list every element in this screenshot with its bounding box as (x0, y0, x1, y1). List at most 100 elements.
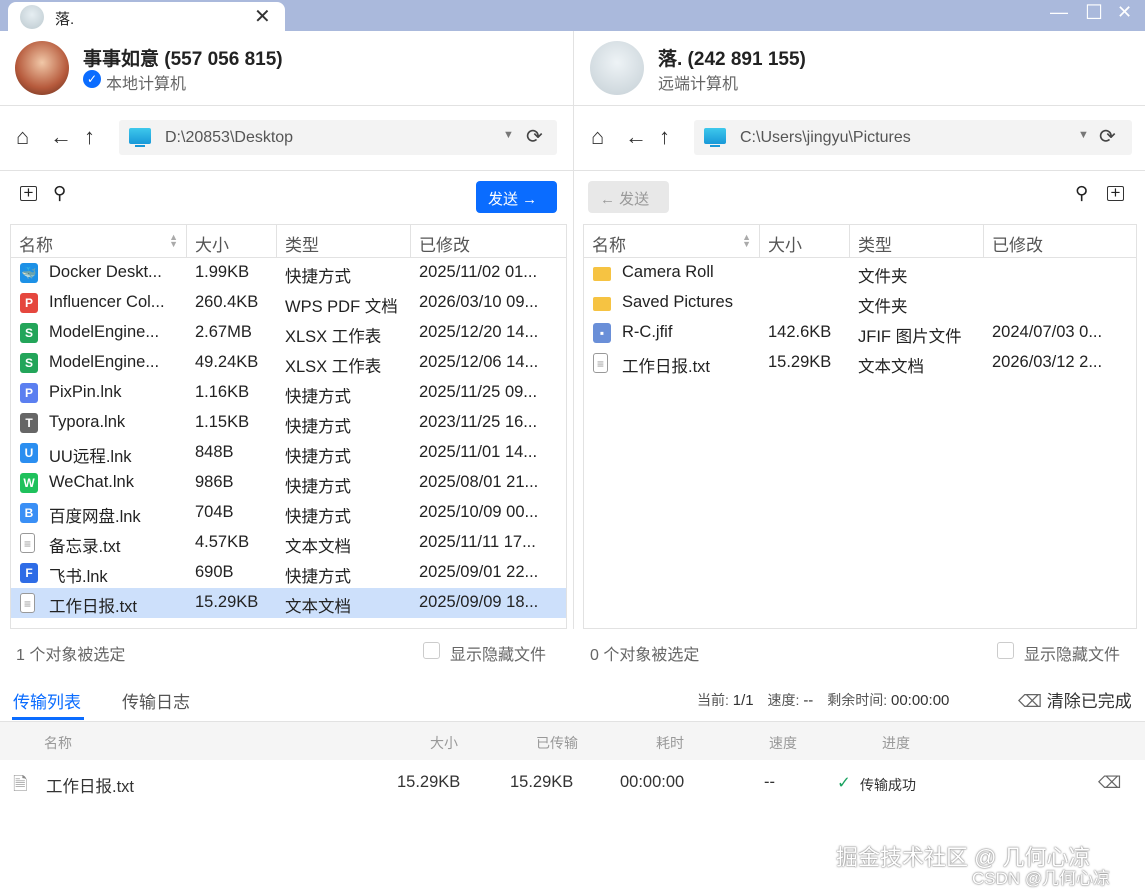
feishu-icon: F (20, 563, 38, 583)
file-size: 690B (195, 563, 234, 581)
new-folder-icon[interactable]: + (1107, 184, 1124, 201)
tab-title: 落. (55, 11, 75, 28)
tab-transfer-log[interactable]: 传输日志 (122, 688, 190, 713)
file-name: 百度网盘.lnk (49, 508, 141, 526)
transfer-row[interactable]: 🗎 工作日报.txt 15.29KB 15.29KB 00:00:00 -- ✓… (0, 768, 1145, 798)
column-header-2[interactable]: 类型 (850, 225, 984, 258)
remote-path-text: C:\Users\jingyu\Pictures (740, 129, 911, 146)
chevron-down-icon[interactable]: ▼ (1078, 129, 1089, 141)
file-name: ModelEngine... (49, 353, 160, 371)
file-name: Docker Deskt... (49, 263, 162, 281)
file-type: JFIF 图片文件 (858, 328, 962, 346)
typora-icon: T (20, 413, 38, 433)
column-header-1[interactable]: 大小 (760, 225, 850, 258)
file-row[interactable]: ▪ R-C.jfif 142.6KB JFIF 图片文件 2024/07/03 0... (584, 318, 1136, 348)
remote-avatar (590, 41, 644, 95)
pdf-icon: P (20, 293, 38, 313)
refresh-icon[interactable]: ⟳ (526, 124, 543, 149)
file-name: 工作日报.txt (49, 598, 138, 616)
file-row[interactable]: T Typora.lnk 1.15KB 快捷方式 2023/11/25 16... (11, 408, 566, 438)
computer-icon (704, 128, 726, 147)
file-modified: 2025/09/09 18... (419, 593, 539, 611)
back-icon[interactable]: ← (625, 124, 647, 150)
column-header-3[interactable]: 已修改 (411, 225, 566, 258)
maximize-button[interactable]: ☐ (1085, 0, 1103, 25)
speed-label: 速度: (767, 692, 800, 708)
column-header-0[interactable]: 名称 ▲ ▼ (584, 225, 760, 258)
clear-completed-button[interactable]: ⌫ 清除已完成 (1018, 687, 1132, 712)
file-row[interactable]: F 飞书.lnk 690B 快捷方式 2025/09/01 22... (11, 558, 566, 588)
file-row[interactable]: P PixPin.lnk 1.16KB 快捷方式 2025/11/25 09... (11, 378, 566, 408)
show-hidden-label: 显示隐藏文件 (1024, 647, 1121, 664)
send-button[interactable]: 发送 → (476, 181, 557, 213)
eraser-icon: ⌫ (1018, 692, 1043, 711)
file-modified: 2025/10/09 00... (419, 503, 539, 521)
watermark-csdn: CSDN @几何心凉 (972, 869, 1111, 888)
file-row[interactable]: ≡ 工作日报.txt 15.29KB 文本文档 2026/03/12 2... (584, 348, 1136, 378)
file-row[interactable]: P Influencer Col... 260.4KB WPS PDF 文档 2026/… (11, 288, 566, 318)
file-row[interactable]: ≡ 备忘录.txt 4.57KB 文本文档 2025/11/11 17... (11, 528, 566, 558)
session-tab[interactable]: 落. ✕ (8, 2, 285, 31)
file-size: 2.67MB (195, 323, 252, 341)
home-icon[interactable]: ⌂ (16, 124, 29, 150)
file-row[interactable]: S ModelEngine... 49.24KB XLSX 工作表 2025/12/06… (11, 348, 566, 378)
tab-transfer-list[interactable]: 传输列表 (13, 688, 81, 713)
file-row[interactable]: Camera Roll 文件夹 (584, 258, 1136, 288)
baidu-netdisk-icon: B (20, 503, 38, 523)
file-type: 文本文档 (285, 538, 351, 556)
file-size: 704B (195, 503, 234, 521)
minimize-button[interactable]: — (1050, 2, 1068, 23)
file-type: XLSX 工作表 (285, 358, 382, 376)
new-folder-icon[interactable]: + (20, 184, 37, 201)
chevron-down-icon[interactable]: ▼ (503, 129, 514, 141)
tab-close-icon[interactable]: ✕ (254, 4, 271, 29)
home-icon[interactable]: ⌂ (591, 124, 604, 150)
refresh-icon[interactable]: ⟳ (1099, 124, 1116, 149)
file-row[interactable]: S ModelEngine... 2.67MB XLSX 工作表 2025/12/20 … (11, 318, 566, 348)
file-type: 快捷方式 (285, 448, 351, 466)
remaining-label: 剩余时间: (827, 692, 888, 708)
up-icon[interactable]: ↑ (84, 124, 95, 150)
eraser-icon[interactable]: ⌫ (1098, 773, 1121, 793)
back-icon[interactable]: ← (50, 124, 72, 150)
docker-icon: 🐳 (20, 263, 38, 283)
file-row[interactable]: 🐳 Docker Deskt... 1.99KB 快捷方式 2025/11/02 01.… (11, 258, 566, 288)
remote-selection-status: 0 个对象被选定 (590, 647, 700, 664)
file-row[interactable]: W WeChat.lnk 986B 快捷方式 2025/08/01 21... (11, 468, 566, 498)
folder-icon (593, 267, 611, 281)
column-header-2[interactable]: 类型 (277, 225, 411, 258)
computer-icon (129, 128, 151, 147)
file-modified: 2025/11/02 01... (419, 263, 538, 281)
search-icon[interactable]: ⚲ (53, 183, 66, 204)
file-modified: 2025/09/01 22... (419, 563, 539, 581)
send-back-button[interactable]: ← 发送 (588, 181, 669, 213)
speed-value: -- (803, 692, 814, 709)
local-selection-status: 1 个对象被选定 (16, 647, 126, 664)
file-modified: 2023/11/25 16... (419, 413, 538, 431)
file-size: 260.4KB (195, 293, 259, 311)
column-header-0[interactable]: 名称 ▲ ▼ (11, 225, 187, 258)
file-row[interactable]: ≡ 工作日报.txt 15.29KB 文本文档 2025/09/09 18... (11, 588, 566, 618)
file-row[interactable]: B 百度网盘.lnk 704B 快捷方式 2025/10/09 00... (11, 498, 566, 528)
transfer-summary: 当前: 1/1 速度: -- 剩余时间: 00:00:00 (697, 690, 949, 710)
transfer-status: 传输成功 (860, 777, 916, 793)
column-header-3[interactable]: 已修改 (984, 225, 1136, 258)
transfer-size: 15.29KB (397, 773, 461, 791)
show-hidden-checkbox[interactable] (423, 642, 440, 659)
file-type: 文件夹 (858, 268, 908, 286)
close-window-button[interactable]: ✕ (1117, 2, 1132, 23)
show-hidden-checkbox[interactable] (997, 642, 1014, 659)
up-icon[interactable]: ↑ (659, 124, 670, 150)
file-row[interactable]: Saved Pictures 文件夹 (584, 288, 1136, 318)
file-size: 848B (195, 443, 234, 461)
column-header-1[interactable]: 大小 (187, 225, 277, 258)
local-path-input[interactable]: D:\20853\Desktop ▼ ⟳ (119, 120, 557, 155)
transfer-speed: -- (764, 773, 775, 791)
file-type: 快捷方式 (285, 508, 351, 526)
clear-completed-label: 清除已完成 (1046, 692, 1132, 711)
remote-path-input[interactable]: C:\Users\jingyu\Pictures ▼ ⟳ (694, 120, 1132, 155)
search-icon[interactable]: ⚲ (1075, 183, 1088, 204)
file-row[interactable]: U UU远程.lnk 848B 快捷方式 2025/11/01 14... (11, 438, 566, 468)
sort-icon[interactable]: ▲ ▼ (742, 233, 751, 249)
sort-icon[interactable]: ▲ ▼ (169, 233, 178, 249)
